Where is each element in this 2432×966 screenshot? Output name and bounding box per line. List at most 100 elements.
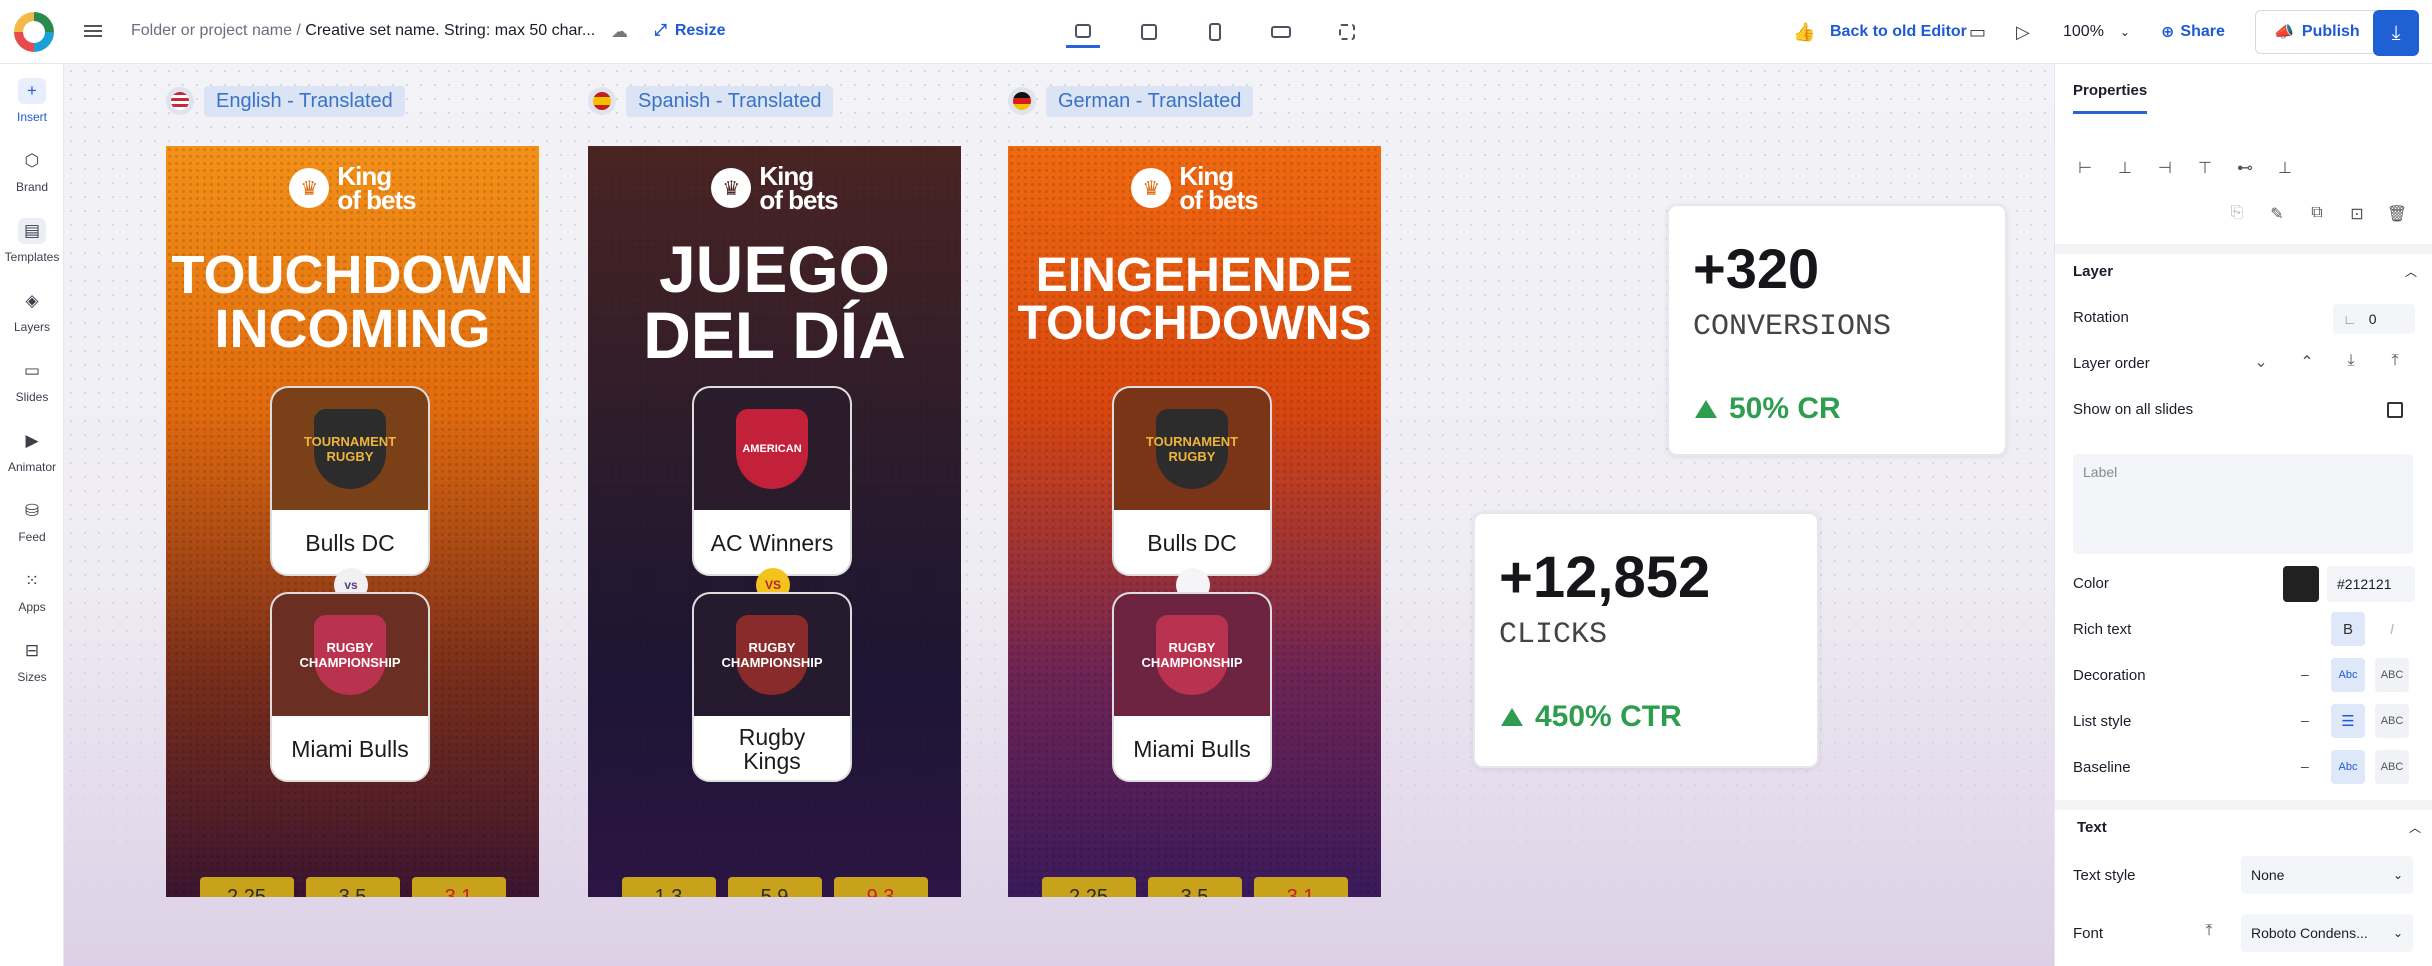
text-style-select[interactable]: None ⌄ — [2241, 856, 2413, 894]
view-portrait-button[interactable] — [1198, 16, 1232, 48]
list-none-option[interactable]: – — [2301, 712, 2309, 728]
publish-button[interactable]: 📣 Publish — [2255, 10, 2379, 54]
chevron-down-icon[interactable]: ⌄ — [2249, 352, 2273, 376]
upload-font-icon[interactable]: ⤒ — [2197, 922, 2221, 946]
tournament-rugby-badge: TOURNAMENT RUGBY — [1146, 409, 1238, 489]
creative-spanish[interactable]: ♛ King of bets JUEGO DEL DÍA AMERICAN AC Wi… — [588, 146, 961, 897]
italic-toggle[interactable]: I — [2375, 612, 2409, 646]
menu-icon[interactable] — [84, 22, 104, 42]
tab-properties[interactable]: Properties — [2073, 82, 2148, 114]
layer-section-header[interactable]: Layer ︿ — [2073, 256, 2417, 286]
align-left-icon[interactable]: ⊢ — [2073, 158, 2097, 182]
odd-home[interactable]: 2.25 — [1041, 877, 1136, 897]
subscript-option[interactable]: ABC — [2375, 750, 2409, 784]
sidebar-item-brand[interactable]: ⬡ Brand — [0, 148, 64, 194]
send-to-back-icon[interactable]: ⤓ — [2339, 352, 2363, 376]
lang-tag-spanish[interactable]: Spanish - Translated — [588, 84, 834, 118]
lang-tag-german[interactable]: German - Translated — [1008, 84, 1254, 118]
view-templates-button[interactable] — [1066, 16, 1100, 48]
download-button[interactable]: ⤓ — [2373, 10, 2419, 56]
show-all-slides-row: Show on all slides — [2073, 394, 2417, 424]
breadcrumb-set-name[interactable]: Creative set name. String: max 50 char..… — [305, 22, 595, 39]
bold-toggle[interactable]: B — [2331, 612, 2365, 646]
team-card-1[interactable]: TOURNAMENT RUGBY Bulls DC — [270, 386, 430, 576]
stat-card-conversions[interactable]: +320 CONVERSIONS 50% CR — [1667, 204, 2007, 456]
sidebar-item-slides[interactable]: ▭ Slides — [0, 358, 64, 404]
divider — [2055, 244, 2432, 254]
lang-tag-english[interactable]: English - Translated — [166, 84, 405, 118]
sidebar-item-insert[interactable]: + Insert — [0, 78, 64, 124]
rotation-label: Rotation — [2073, 308, 2129, 326]
sidebar-item-apps[interactable]: ⁙ Apps — [0, 568, 64, 614]
show-all-checkbox[interactable] — [2387, 402, 2403, 418]
sidebar-item-label: Insert — [16, 110, 47, 124]
odd-home[interactable]: 2.25 — [199, 877, 294, 897]
preview-comment-icon[interactable]: ▭ — [1969, 22, 1986, 43]
superscript-option[interactable]: Abc — [2331, 750, 2365, 784]
creative-german[interactable]: ♛ King of bets EINGEHENDE TOUCHDOWNS TOURNA… — [1008, 146, 1381, 897]
bullet-list-icon[interactable]: ☰ — [2331, 704, 2365, 738]
app-logo[interactable] — [14, 12, 54, 52]
sidebar-item-layers[interactable]: ◈ Layers — [0, 288, 64, 334]
align-right-icon[interactable]: ⊣ — [2153, 158, 2177, 182]
label-textarea[interactable]: Label — [2073, 454, 2413, 554]
align-bottom-icon[interactable]: ⊥ — [2273, 158, 2297, 182]
back-to-old-editor-link[interactable]: Back to old Editor — [1830, 14, 1967, 50]
odd-away[interactable]: 3.1 — [1253, 877, 1348, 897]
sidebar-item-feed[interactable]: ⛁ Feed — [0, 498, 64, 544]
rotation-value: 0 — [2368, 311, 2377, 327]
odd-home[interactable]: 1.3 — [621, 877, 716, 897]
team-card-2[interactable]: RUGBY CHAMPIONSHIP Miami Bulls — [1112, 592, 1272, 782]
bring-to-front-icon[interactable]: ⤒ — [2383, 352, 2407, 376]
text-section-header[interactable]: Text ︿ — [2077, 812, 2421, 842]
team-card-2[interactable]: RUGBY CHAMPIONSHIP Miami Bulls — [270, 592, 430, 782]
odd-draw[interactable]: 3.5 — [1147, 877, 1242, 897]
rotation-input[interactable]: ∟ 0 — [2333, 304, 2415, 334]
paint-icon[interactable]: ✎ — [2265, 204, 2289, 228]
play-icon[interactable]: ▷ — [2016, 22, 2030, 43]
odd-away[interactable]: 3.1 — [411, 877, 506, 897]
share-button[interactable]: ⊕ Share — [2161, 14, 2225, 50]
brand-text: King of bets — [759, 163, 838, 213]
breadcrumb-folder[interactable]: Folder or project name / — [131, 22, 305, 39]
align-middle-icon[interactable]: ⊷ — [2233, 158, 2257, 182]
underline-option[interactable]: Abc — [2331, 658, 2365, 692]
sidebar-item-label: Apps — [18, 600, 46, 614]
color-swatch[interactable] — [2283, 566, 2319, 602]
view-landscape-button[interactable] — [1264, 16, 1298, 48]
duplicate-icon[interactable]: ⧉ — [2305, 204, 2329, 228]
zoom-select[interactable]: 100% ⌄ — [2063, 14, 2130, 50]
sidebar-item-label: Layers — [13, 320, 51, 334]
sidebar-item-templates[interactable]: ▤ Templates — [0, 218, 64, 264]
view-square-button[interactable] — [1132, 16, 1166, 48]
copy-style-icon[interactable]: ⎘ — [2225, 204, 2249, 228]
creative-english[interactable]: ♛ King of bets TOUCHDOWN INCOMING TOURNAMEN… — [166, 146, 539, 897]
view-fit-button[interactable] — [1330, 16, 1364, 48]
decoration-none-option[interactable]: – — [2301, 666, 2309, 682]
baseline-none-option[interactable]: – — [2301, 758, 2309, 774]
sidebar-item-label: Sizes — [17, 670, 47, 684]
chevron-up-icon[interactable]: ⌃ — [2295, 352, 2319, 376]
team-card-1[interactable]: TOURNAMENT RUGBY Bulls DC — [1112, 386, 1272, 576]
color-hex-input[interactable]: #212121 — [2327, 566, 2415, 602]
odd-draw[interactable]: 5.9 — [727, 877, 822, 897]
thumbs-up-icon[interactable]: 👍 — [1793, 22, 1815, 43]
resize-button[interactable]: ⤢ Resize — [654, 22, 726, 40]
stat-card-clicks[interactable]: +12,852 CLICKS 450% CTR — [1473, 512, 1819, 768]
numbered-list-option[interactable]: ABC — [2375, 704, 2409, 738]
chevron-down-icon: ⌄ — [2119, 25, 2130, 39]
odd-draw[interactable]: 3.5 — [305, 877, 400, 897]
sidebar-item-sizes[interactable]: ⊟ Sizes — [0, 638, 64, 684]
strikethrough-option[interactable]: ABC — [2375, 658, 2409, 692]
sidebar-item-animator[interactable]: ▶ Animator — [0, 428, 64, 474]
trash-icon[interactable]: 🗑 — [2385, 204, 2409, 228]
align-center-icon[interactable]: ⊥ — [2113, 158, 2137, 182]
team-card-2[interactable]: RUGBY CHAMPIONSHIP Rugby Kings — [692, 592, 852, 782]
breadcrumb[interactable]: Folder or project name / Creative set na… — [131, 22, 595, 40]
align-top-icon[interactable]: ⊤ — [2193, 158, 2217, 182]
odd-away[interactable]: 9.3 — [833, 877, 928, 897]
font-select[interactable]: Roboto Condens... ⌄ — [2241, 914, 2413, 952]
team-card-1[interactable]: AMERICAN AC Winners — [692, 386, 852, 576]
lock-icon[interactable]: ⊡ — [2345, 204, 2369, 228]
plus-icon: + — [18, 78, 46, 104]
